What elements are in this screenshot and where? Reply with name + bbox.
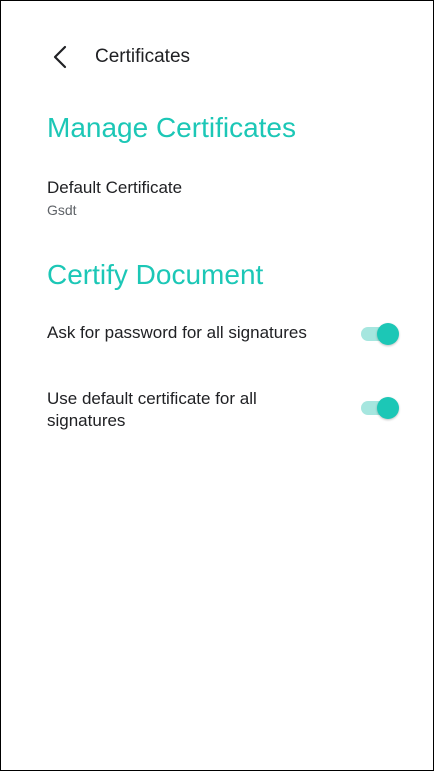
back-button[interactable] [47, 43, 75, 71]
page-title: Certificates [95, 46, 191, 67]
screen: Certificates Manage Certificates Default… [0, 0, 434, 771]
toggle-thumb [377, 323, 399, 345]
default-certificate-value: Gsdt [47, 202, 77, 218]
chevron-left-icon [53, 45, 67, 69]
default-certificate-item[interactable]: Default Certificate [47, 177, 182, 199]
top-app-bar: Certificates [1, 31, 433, 83]
setting-label: Ask for password for all signatures [47, 323, 307, 342]
section-title-certify-document: Certify Document [47, 259, 264, 290]
setting-label: Use default certificate for all signatur… [47, 389, 257, 430]
toggle-thumb [377, 397, 399, 419]
ask-password-toggle[interactable] [359, 322, 399, 346]
default-certificate-toggle[interactable] [359, 396, 399, 420]
setting-row-ask-password: Ask for password for all signatures [1, 319, 433, 351]
section-title-manage-certificates: Manage Certificates [47, 112, 297, 143]
setting-row-default-certificate: Use default certificate for all signatur… [1, 388, 433, 434]
